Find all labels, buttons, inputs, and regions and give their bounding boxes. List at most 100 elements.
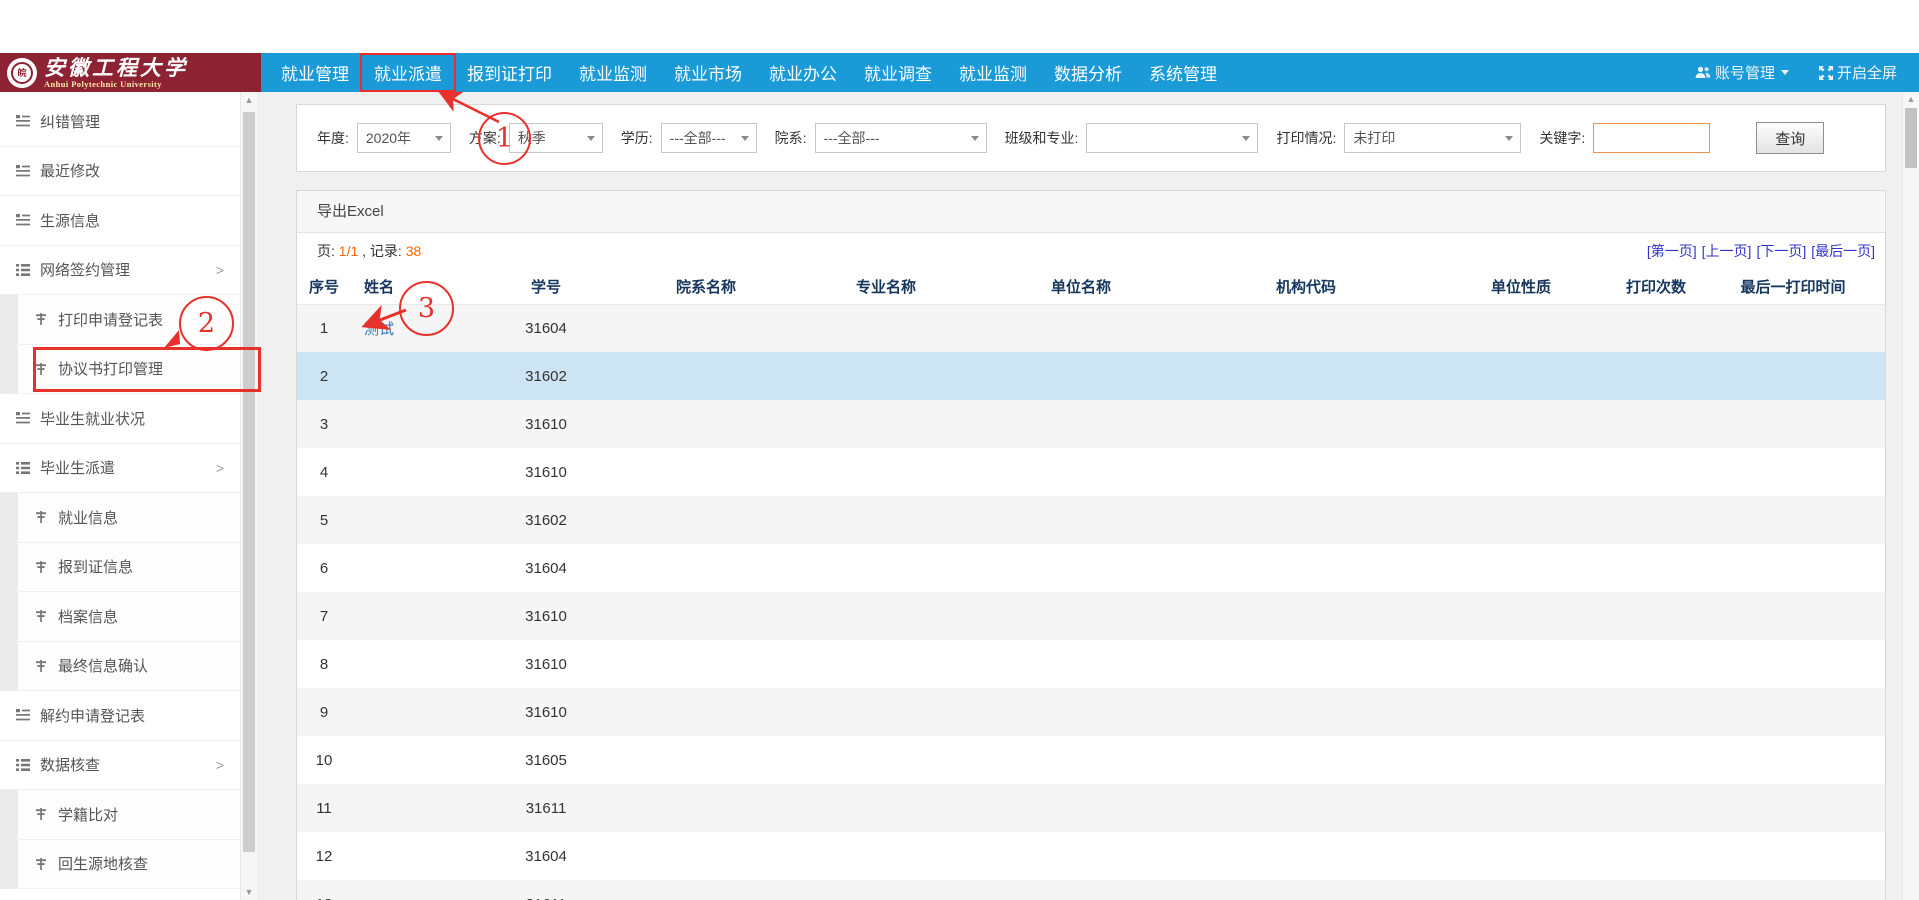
sidebar-item-11[interactable]: 档案信息: [0, 592, 240, 642]
scroll-down-icon[interactable]: ▼: [243, 887, 255, 897]
table-row-10[interactable]: 1031605: [297, 736, 1885, 784]
cell-student-id: 31610: [471, 400, 621, 448]
cell-empty: [1701, 832, 1885, 880]
nav-item-3[interactable]: 报到证打印: [465, 56, 554, 89]
nav-item-4[interactable]: 就业监测: [577, 56, 649, 89]
cell-empty: [621, 832, 791, 880]
nav-item-9[interactable]: 数据分析: [1052, 56, 1124, 89]
keyword-input[interactable]: [1593, 123, 1710, 153]
cell-empty: [1701, 544, 1885, 592]
account-menu[interactable]: 账号管理: [1695, 62, 1789, 83]
cell-name: [351, 880, 471, 900]
table-row-12[interactable]: 1231604: [297, 832, 1885, 880]
fullscreen-label: 开启全屏: [1837, 62, 1897, 83]
sidebar-item-5[interactable]: 打印申请登记表: [0, 295, 240, 345]
cell-empty: [791, 688, 981, 736]
cell-empty: [1431, 400, 1611, 448]
filter-select-4[interactable]: ---全部---: [815, 123, 987, 153]
cell-empty: [1431, 544, 1611, 592]
table-row-8[interactable]: 831610: [297, 640, 1885, 688]
sidebar-item-15[interactable]: 学籍比对: [0, 790, 240, 840]
sidebar-item-10[interactable]: 报到证信息: [0, 543, 240, 593]
cell-empty: [1611, 880, 1701, 900]
nav-item-6[interactable]: 就业办公: [767, 56, 839, 89]
cell-student-id: 31610: [471, 592, 621, 640]
cell-name: [351, 544, 471, 592]
cell-empty: [981, 784, 1181, 832]
cell-empty: [621, 544, 791, 592]
cell-empty: [1611, 784, 1701, 832]
university-name: 安徽工程大学: [44, 57, 188, 78]
dropdown-arrow-icon: [587, 136, 595, 141]
cell-empty: [1701, 880, 1885, 900]
cell-index: 5: [297, 496, 351, 544]
scroll-up-icon[interactable]: ▲: [243, 95, 255, 105]
nav-item-1[interactable]: 就业管理: [279, 56, 351, 89]
page-scrollbar[interactable]: ▲: [1902, 92, 1919, 900]
cell-empty: [1181, 304, 1431, 352]
table-row-13[interactable]: 1331611: [297, 880, 1885, 900]
sidebar-item-label: 学籍比对: [58, 804, 118, 825]
cell-empty: [1611, 640, 1701, 688]
nav-item-2[interactable]: 就业派遣: [360, 53, 456, 92]
sidebar-item-3[interactable]: 生源信息: [0, 196, 240, 246]
nav-item-10[interactable]: 系统管理: [1147, 56, 1219, 89]
student-id-value: 31611: [526, 896, 567, 900]
table-row-6[interactable]: 631604: [297, 544, 1885, 592]
table-row-3[interactable]: 331610: [297, 400, 1885, 448]
sidebar-item-7[interactable]: 毕业生就业状况: [0, 394, 240, 444]
scroll-up-icon[interactable]: ▲: [1905, 94, 1917, 104]
pager-link-4[interactable]: [最后一页]: [1811, 243, 1875, 259]
sidebar-item-label: 生源信息: [40, 210, 100, 231]
pager-link-3[interactable]: [下一页]: [1756, 243, 1806, 259]
table-row-5[interactable]: 531602: [297, 496, 1885, 544]
filter-select-5[interactable]: [1086, 123, 1258, 153]
table-row-11[interactable]: 1131611: [297, 784, 1885, 832]
table-row-4[interactable]: 431610: [297, 448, 1885, 496]
search-button[interactable]: 查询: [1756, 122, 1824, 154]
users-icon: [1695, 66, 1711, 79]
sidebar-item-1[interactable]: 纠错管理: [0, 97, 240, 147]
fullscreen-button[interactable]: 开启全屏: [1819, 62, 1897, 83]
nav-item-7[interactable]: 就业调查: [862, 56, 934, 89]
filter-select-1[interactable]: 2020年: [357, 123, 451, 153]
cell-empty: [621, 448, 791, 496]
table-row-7[interactable]: 731610: [297, 592, 1885, 640]
pager-link-2[interactable]: [上一页]: [1702, 243, 1752, 259]
sidebar-item-label: 毕业生就业状况: [40, 408, 145, 429]
filter-select-3[interactable]: ---全部---: [661, 123, 757, 153]
nav-item-5[interactable]: 就业市场: [672, 56, 744, 89]
cell-empty: [981, 688, 1181, 736]
table-row-1[interactable]: 1测试31604: [297, 304, 1885, 352]
filter-select-6[interactable]: 未打印: [1344, 123, 1521, 153]
sidebar-scrollbar[interactable]: ▲ ▼: [240, 92, 257, 900]
sidebar-item-14[interactable]: 数据核查>: [0, 741, 240, 791]
sidebar-item-16[interactable]: 回生源地核查: [0, 840, 240, 890]
fullscreen-icon: [1819, 66, 1833, 80]
cell-empty: [791, 304, 981, 352]
pager-link-1[interactable]: [第一页]: [1647, 243, 1697, 259]
column-header-6: 单位名称: [981, 269, 1181, 304]
sidebar-item-6[interactable]: 协议书打印管理: [0, 345, 240, 395]
nav-item-8[interactable]: 就业监测: [957, 56, 1029, 89]
column-header-8: 单位性质: [1431, 269, 1611, 304]
sidebar-scrollbar-thumb[interactable]: [243, 112, 255, 852]
page-scrollbar-thumb[interactable]: [1905, 108, 1917, 168]
cell-index: 9: [297, 688, 351, 736]
list-icon: [14, 114, 31, 128]
sidebar-item-2[interactable]: 最近修改: [0, 147, 240, 197]
filter-select-2[interactable]: 秋季: [509, 123, 603, 153]
student-name-link[interactable]: 测试: [364, 321, 394, 338]
sidebar-item-13[interactable]: 解约申请登记表: [0, 691, 240, 741]
sidebar-item-12[interactable]: 最终信息确认: [0, 642, 240, 692]
sidebar-item-8[interactable]: 毕业生派遣>: [0, 444, 240, 494]
table-row-9[interactable]: 931610: [297, 688, 1885, 736]
table-row-2[interactable]: 231602: [297, 352, 1885, 400]
cell-empty: [791, 592, 981, 640]
chevron-right-icon: >: [216, 460, 224, 476]
sidebar-item-9[interactable]: 就业信息: [0, 493, 240, 543]
export-excel-button[interactable]: 导出Excel: [297, 191, 1885, 233]
signpost-icon: [32, 609, 49, 623]
cell-empty: [1181, 880, 1431, 900]
sidebar-item-4[interactable]: 网络签约管理>: [0, 246, 240, 296]
